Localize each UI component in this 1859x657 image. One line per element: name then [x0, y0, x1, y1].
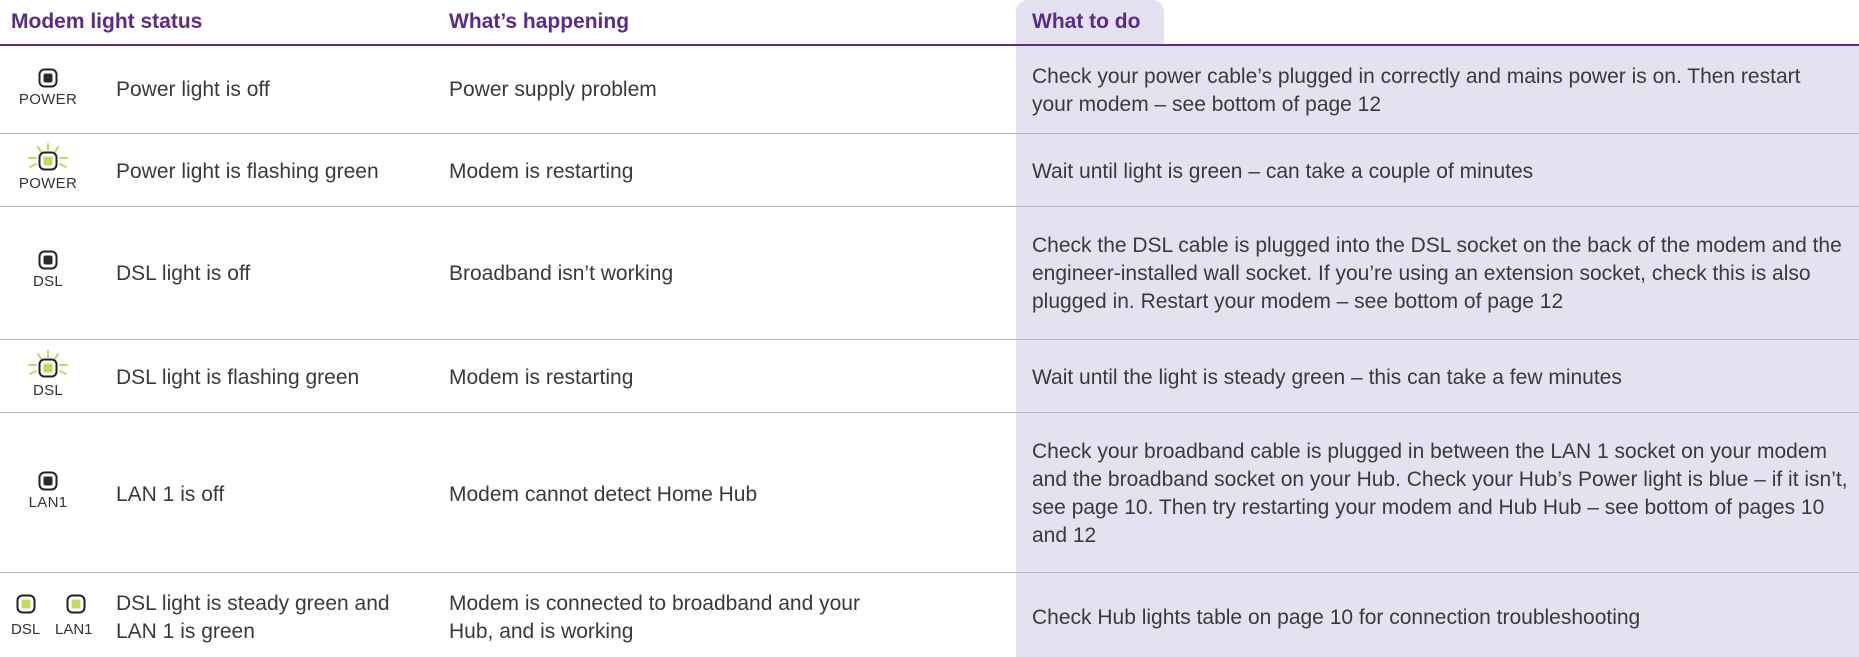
led-label: LAN1: [28, 494, 68, 511]
header-whats-happening: What’s happening: [449, 10, 630, 33]
status-text: Power light is flashing green: [116, 160, 379, 183]
happening-text: Power supply problem: [449, 78, 657, 101]
led-label: DSL: [11, 621, 41, 638]
status-text: DSL light is off: [116, 262, 251, 285]
row-divider: [0, 206, 1859, 207]
header-what-to-do: What to do: [1032, 10, 1141, 33]
todo-text: Wait until light is green – can take a c…: [1032, 160, 1534, 183]
status-text: Power light is off: [116, 78, 270, 101]
status-text: DSL light is flashing green: [116, 366, 360, 389]
led-label: POWER: [18, 175, 78, 192]
happening-text: Broadband isn’t working: [449, 262, 674, 285]
todo-text: Wait until the light is steady green – t…: [1032, 366, 1622, 389]
happening-text: Modem is restarting: [449, 160, 634, 183]
row-divider: [0, 412, 1859, 413]
row-divider: [0, 339, 1859, 340]
happening-text: Modem cannot detect Home Hub: [449, 483, 758, 506]
happening-text: Modem is connected to broadband and your…: [449, 592, 860, 643]
status-text: DSL light is steady green and LAN 1 is g…: [116, 592, 390, 643]
status-text: LAN 1 is off: [116, 483, 225, 506]
todo-column-background: [1016, 44, 1859, 657]
row-divider: [0, 572, 1859, 573]
led-label: DSL: [32, 273, 64, 290]
todo-text: Check the DSL cable is plugged into the …: [1032, 234, 1842, 313]
led-label: POWER: [18, 91, 78, 108]
happening-text: Modem is restarting: [449, 366, 634, 389]
row-divider: [0, 133, 1859, 134]
todo-text: Check Hub lights table on page 10 for co…: [1032, 606, 1641, 629]
power-led-off-icon: POWER: [8, 68, 88, 108]
dsl-led-steady-green-icon: [14, 594, 38, 614]
lan1-led-steady-green-icon: [64, 594, 88, 614]
todo-text: Check your broadband cable is plugged in…: [1032, 440, 1848, 547]
header-modem-light-status: Modem light status: [11, 10, 203, 33]
header-divider: [0, 44, 1859, 46]
power-led-flashing-green-icon: POWER: [8, 143, 88, 192]
dsl-led-flashing-green-icon: DSL: [8, 350, 88, 399]
dsl-led-off-icon: DSL: [8, 250, 88, 290]
led-label: LAN1: [55, 621, 93, 638]
led-label: DSL: [32, 382, 64, 399]
lan1-led-off-icon: LAN1: [8, 471, 88, 511]
todo-text: Check your power cable’s plugged in corr…: [1032, 65, 1801, 116]
